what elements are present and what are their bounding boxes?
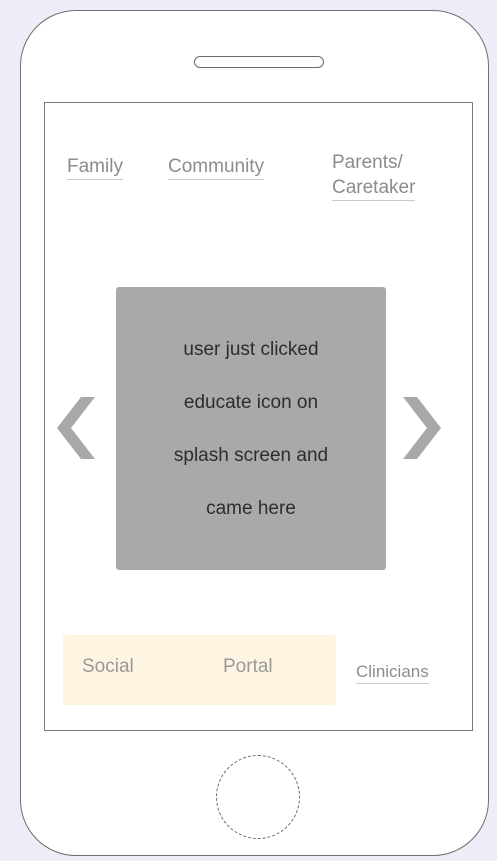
phone-screen: Family Community Parents/ Caretaker user…	[44, 102, 473, 731]
tab-social[interactable]: Social	[82, 655, 134, 679]
carousel-next-button[interactable]	[397, 393, 447, 463]
speaker-slot	[194, 56, 324, 68]
carousel-text-line: came here	[206, 497, 296, 519]
nav-link-community[interactable]: Community	[168, 155, 265, 180]
bottom-tab-bar: Social Portal	[63, 635, 336, 705]
carousel-prev-button[interactable]	[51, 393, 101, 463]
tab-portal[interactable]: Portal	[223, 655, 273, 679]
chevron-right-icon	[403, 397, 441, 459]
home-button[interactable]	[216, 755, 300, 839]
carousel-slide[interactable]: user just clicked educate icon on splash…	[116, 287, 386, 570]
link-clinicians[interactable]: Clinicians	[356, 661, 429, 684]
chevron-left-icon	[57, 397, 95, 459]
carousel-text-line: user just clicked	[183, 338, 319, 360]
carousel-text-line: educate icon on	[183, 391, 319, 413]
nav-link-family[interactable]: Family	[67, 155, 123, 180]
carousel-text-line: splash screen and	[173, 444, 329, 466]
nav-link-parents-caretaker[interactable]: Parents/ Caretaker	[332, 150, 416, 201]
